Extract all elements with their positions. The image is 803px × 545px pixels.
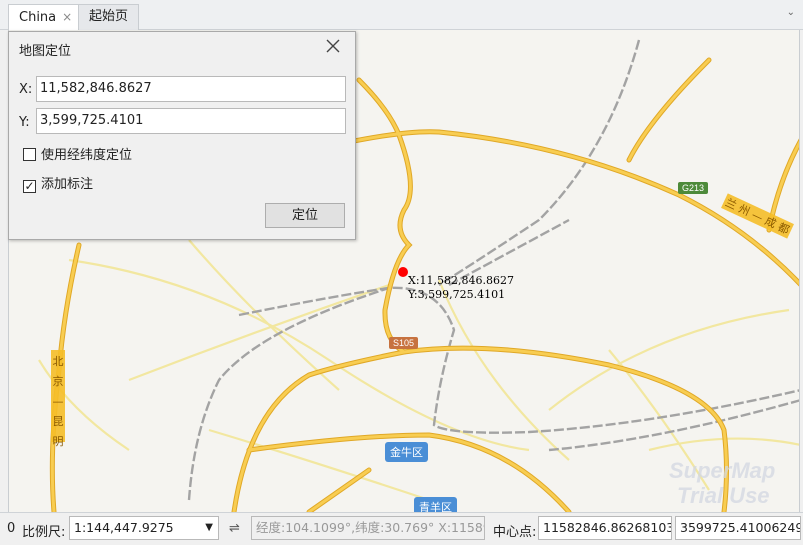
y-field-label: Y: [19,115,30,130]
dialog-title: 地图定位 [19,44,72,59]
road-shield-s105: S105 [389,337,419,349]
tab-china-label: China [19,10,57,25]
add-annotation-label: 添加标注 [41,177,94,192]
scale-label: 比例尺: [22,525,66,540]
marker-annotation: X:11,582,846.8627 Y:3,599,725.4101 [408,274,514,302]
x-field-label: X: [19,82,33,97]
x-coordinate-input[interactable]: 11,582,846.8627 [36,76,346,102]
swap-icon[interactable]: ⇌ [229,521,240,536]
status-left-number: 0 [7,521,16,536]
watermark-line1: SuperMap [669,458,776,483]
district-label-jinniu: 金牛区 [385,442,428,462]
close-x-glyph [326,39,340,53]
highway-name-beijing-kunming: 北 京 — 昆 明 [51,350,65,448]
road-shield-g213: G213 [678,182,709,194]
marker-label-y: Y:3,599,725.4101 [408,288,506,301]
tab-china[interactable]: China × [8,4,84,31]
chevron-down-icon: ▼ [205,522,213,533]
tab-start-page[interactable]: 起始页 [78,4,140,30]
document-tab-bar: China × 起始页 ⌄ [0,0,803,31]
tab-list-dropdown-icon[interactable]: ⌄ [787,7,795,18]
map-locate-dialog: 地图定位 X: 11,582,846.8627 Y: 3,599,725.410… [8,31,356,240]
center-label: 中心点: [493,525,537,540]
add-annotation-checkbox[interactable]: ✓ [23,180,36,193]
scale-value: 1:144,447.9275 [74,520,174,535]
tab-start-page-label: 起始页 [89,9,129,24]
coordinate-readout: 经度:104.1099°,纬度:30.769° X:11589 [251,516,485,540]
close-icon[interactable] [325,38,341,59]
center-x-input[interactable]: 11582846.86268103 [538,516,672,540]
locate-button[interactable]: 定位 [265,203,345,228]
scale-select[interactable]: 1:144,447.9275 ▼ [69,516,219,540]
y-coordinate-input[interactable]: 3,599,725.4101 [36,108,346,134]
use-latlon-checkbox[interactable] [23,148,36,161]
center-y-input[interactable]: 3599725.41006249 [675,516,801,540]
marker-label-x: X:11,582,846.8627 [408,274,515,287]
add-annotation-row[interactable]: ✓ 添加标注 [23,173,93,193]
use-latlon-label: 使用经纬度定位 [41,148,133,163]
district-label-qingyang: 青羊区 [414,497,457,512]
tab-close-icon[interactable]: × [62,10,72,24]
status-bar: 0 比例尺: 1:144,447.9275 ▼ ⇌ 经度:104.1099°,纬… [0,512,803,545]
location-marker[interactable] [398,267,408,277]
watermark-line2: Trial Use [677,483,770,508]
use-latlon-row[interactable]: 使用经纬度定位 [23,144,132,163]
